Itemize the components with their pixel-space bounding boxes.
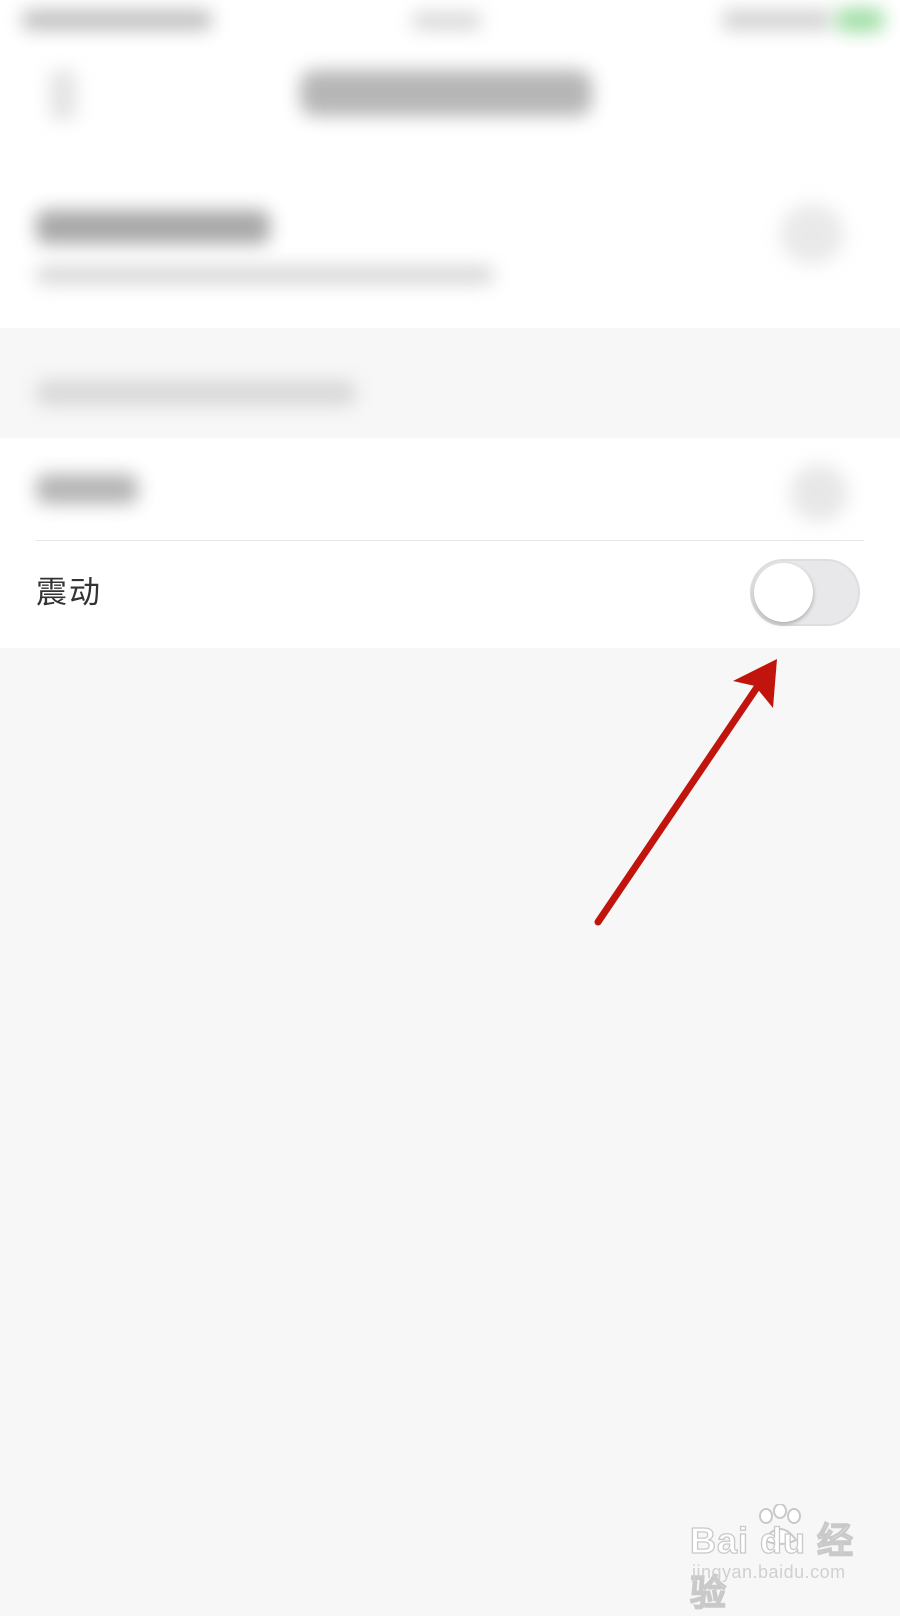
battery-icon [836, 8, 884, 32]
vibrate-toggle[interactable] [750, 559, 860, 626]
status-bar-indicators-blurred [722, 10, 832, 30]
setting-toggle-blurred[interactable] [780, 204, 844, 264]
setting-description-blurred [36, 266, 494, 284]
back-icon[interactable] [50, 70, 76, 120]
annotation-arrow-head [733, 659, 777, 708]
setting-label-blurred [36, 474, 138, 504]
watermark: Bai du 经验 jingyan.baidu.com [689, 1504, 890, 1614]
vibrate-label: 震动 [36, 575, 102, 611]
status-bar-time-blurred [412, 12, 482, 30]
nav-bar [0, 48, 900, 168]
settings-group: 震动 [0, 438, 900, 648]
vibrate-row: 震动 [0, 541, 900, 648]
status-bar [0, 0, 900, 48]
toggle-knob [754, 563, 813, 622]
annotation-arrow-shaft [594, 673, 768, 926]
settings-group-blurred [0, 168, 900, 328]
watermark-url: jingyan.baidu.com [692, 1562, 846, 1582]
page-title-blurred [300, 70, 592, 116]
setting-toggle-blurred[interactable] [790, 464, 848, 522]
setting-title-blurred [36, 210, 270, 244]
status-bar-carrier-blurred [22, 10, 212, 30]
section-header-blurred [36, 380, 356, 406]
